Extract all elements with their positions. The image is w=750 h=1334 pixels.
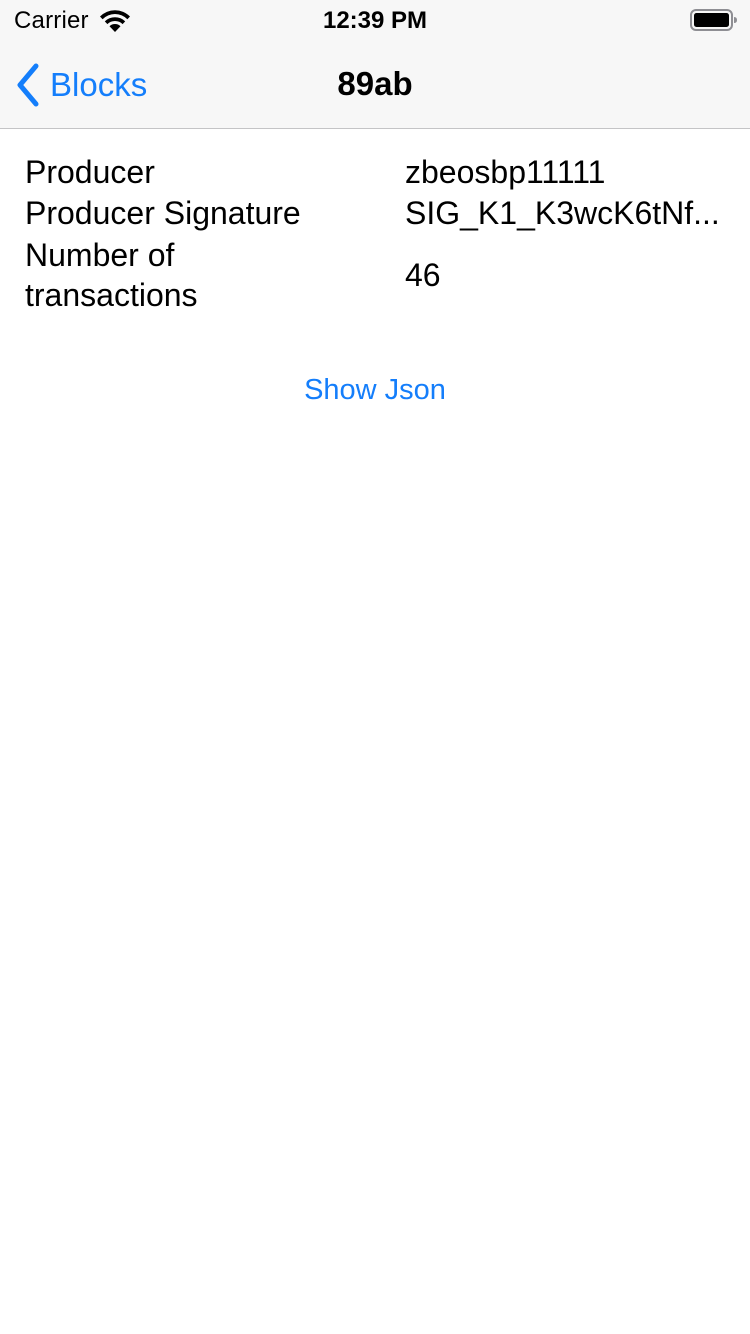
- detail-value: zbeosbp11111: [405, 154, 606, 190]
- detail-label: Producer Signature: [25, 195, 301, 231]
- detail-label: Producer: [25, 154, 155, 190]
- status-time: 12:39 PM: [322, 7, 428, 34]
- show-json-button[interactable]: Show Json: [0, 374, 750, 407]
- status-bar: Carrier 12:39 PM: [0, 0, 750, 40]
- navigation-bar: Blocks 89ab: [0, 40, 750, 129]
- battery-icon: [690, 9, 737, 31]
- detail-label: Number of transactions: [25, 237, 198, 313]
- detail-value: SIG_K1_K3wcK6tNf...: [405, 195, 720, 231]
- page-title: 89ab: [337, 65, 413, 102]
- detail-value: 46: [405, 257, 441, 293]
